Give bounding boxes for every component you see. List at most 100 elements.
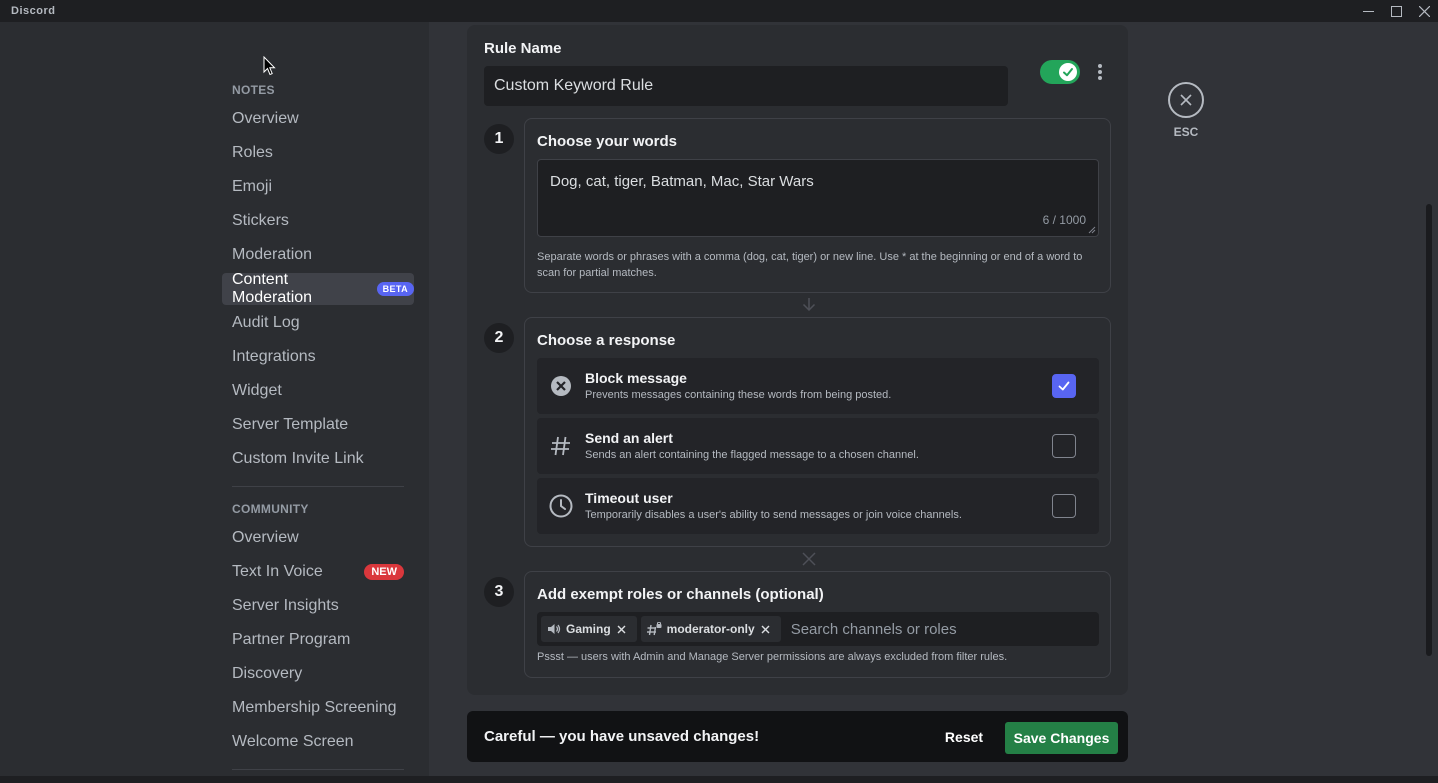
sidebar-item-label: Moderation bbox=[232, 246, 313, 263]
unsaved-changes-text: Careful — you have unsaved changes! bbox=[484, 728, 760, 745]
more-options-icon[interactable] bbox=[1092, 62, 1108, 82]
settings-sidebar: NOTES Overview Roles Emoji Stickers Moderati… bbox=[0, 22, 429, 783]
block-icon bbox=[549, 374, 573, 398]
step-title: Choose a response bbox=[537, 332, 676, 349]
response-description: Prevents messages containing these words… bbox=[585, 389, 892, 401]
esc-label: ESC bbox=[1173, 125, 1199, 139]
response-checkbox[interactable] bbox=[1052, 434, 1076, 458]
speaker-icon bbox=[548, 624, 561, 634]
sidebar-divider bbox=[232, 769, 404, 770]
close-connector-icon bbox=[802, 552, 816, 566]
sidebar-item-label: Overview bbox=[232, 529, 299, 546]
sidebar-item-label: Membership Screening bbox=[232, 699, 397, 716]
response-checkbox[interactable] bbox=[1052, 374, 1076, 398]
sidebar-item-label: Stickers bbox=[232, 212, 289, 229]
sidebar-item-community-welcome-screen[interactable]: Welcome Screen bbox=[222, 726, 414, 758]
exempt-chip-moderator-only: moderator-only bbox=[640, 616, 781, 642]
sidebar-item-server-template[interactable]: Server Template bbox=[222, 409, 414, 441]
sidebar-item-audit-log[interactable]: Audit Log bbox=[222, 307, 414, 339]
keyword-count: 6 / 1000 bbox=[1042, 213, 1086, 227]
bottom-strip bbox=[0, 776, 1438, 783]
sidebar-item-label: Widget bbox=[232, 382, 282, 399]
response-description: Sends an alert containing the flagged me… bbox=[585, 449, 919, 461]
close-settings-icon[interactable] bbox=[1168, 82, 1204, 118]
sidebar-item-label: Emoji bbox=[232, 178, 273, 195]
sidebar-item-community-membership-screening[interactable]: Membership Screening bbox=[222, 692, 414, 724]
rule-name-input[interactable]: Custom Keyword Rule bbox=[484, 66, 1008, 106]
check-icon bbox=[1058, 381, 1070, 391]
arrow-down-icon bbox=[802, 298, 816, 311]
search-channels-input[interactable] bbox=[790, 620, 1091, 638]
keywords-help-text: Separate words or phrases with a comma (… bbox=[537, 251, 1083, 279]
app-title: Discord bbox=[11, 5, 56, 17]
response-title: Timeout user bbox=[585, 490, 673, 506]
locked-hashtag-icon bbox=[646, 622, 662, 636]
sidebar-item-stickers[interactable]: Stickers bbox=[222, 205, 414, 237]
remove-chip-icon[interactable] bbox=[617, 625, 631, 634]
unsaved-changes-bar: Careful — you have unsaved changes! Rese… bbox=[467, 711, 1128, 762]
sidebar-item-moderation[interactable]: Moderation bbox=[222, 239, 414, 271]
sidebar-item-label: Welcome Screen bbox=[232, 733, 354, 750]
rule-enabled-toggle[interactable] bbox=[1040, 60, 1080, 84]
rule-editor-panel: Rule Name Custom Keyword Rule 1 Choose y… bbox=[467, 25, 1128, 695]
maximize-icon[interactable] bbox=[1382, 0, 1410, 22]
category-header-notes: NOTES bbox=[232, 83, 275, 97]
chip-label: Gaming bbox=[566, 622, 611, 636]
step-title: Add exempt roles or channels (optional) bbox=[537, 586, 824, 603]
response-option-block-message[interactable]: Block message Prevents messages containin… bbox=[537, 358, 1099, 414]
sidebar-item-label: Integrations bbox=[232, 348, 316, 365]
response-checkbox[interactable] bbox=[1052, 494, 1076, 518]
sidebar-item-label: Server Insights bbox=[232, 597, 339, 614]
exempt-note: Pssst — users with Admin and Manage Serv… bbox=[537, 651, 1008, 663]
minimize-icon[interactable] bbox=[1354, 0, 1382, 22]
check-icon bbox=[1059, 63, 1077, 81]
sidebar-item-custom-invite-link[interactable]: Custom Invite Link bbox=[222, 443, 414, 475]
window-controls bbox=[1354, 0, 1438, 22]
esc-close: ESC bbox=[1166, 82, 1206, 139]
sidebar-item-integrations[interactable]: Integrations bbox=[222, 341, 414, 373]
sidebar-item-content-moderation[interactable]: Content Moderation BETA bbox=[222, 271, 414, 306]
sidebar-item-label: Roles bbox=[232, 144, 273, 161]
sidebar-item-label: Text In Voice bbox=[232, 563, 323, 580]
step-choose-words: Choose your words Dog, cat, tiger, Batma… bbox=[524, 118, 1111, 293]
sidebar-item-overview[interactable]: Overview bbox=[222, 103, 414, 135]
sidebar-item-community-server-insights[interactable]: Server Insights bbox=[222, 590, 414, 622]
sidebar-item-label: Discovery bbox=[232, 665, 303, 682]
sidebar-item-label: Partner Program bbox=[232, 631, 351, 648]
keywords-textarea[interactable]: Dog, cat, tiger, Batman, Mac, Star Wars … bbox=[537, 159, 1099, 237]
sidebar-item-emoji[interactable]: Emoji bbox=[222, 171, 414, 203]
sidebar-item-widget[interactable]: Widget bbox=[222, 375, 414, 407]
scrollbar-thumb[interactable] bbox=[1426, 204, 1432, 656]
chip-label: moderator-only bbox=[666, 622, 755, 636]
step-number-1: 1 bbox=[484, 124, 514, 154]
sidebar-item-label: Overview bbox=[232, 110, 299, 127]
sidebar-item-label: Server Template bbox=[232, 416, 349, 433]
resize-grip-icon[interactable] bbox=[1088, 226, 1096, 234]
response-title: Send an alert bbox=[585, 430, 673, 446]
sidebar-divider bbox=[232, 486, 404, 487]
step-exempt: Add exempt roles or channels (optional) … bbox=[524, 571, 1111, 678]
response-title: Block message bbox=[585, 370, 687, 386]
reset-button[interactable]: Reset bbox=[935, 722, 993, 752]
hashtag-icon bbox=[549, 434, 573, 458]
sidebar-item-label: Content Moderation bbox=[232, 271, 313, 306]
response-option-send-an-alert[interactable]: Send an alert Sends an alert containing t… bbox=[537, 418, 1099, 474]
scrollbar[interactable] bbox=[1423, 22, 1435, 783]
sidebar-item-community-discovery[interactable]: Discovery bbox=[222, 658, 414, 690]
keywords-value: Dog, cat, tiger, Batman, Mac, Star Wars bbox=[550, 173, 814, 190]
step-number-2: 2 bbox=[484, 323, 514, 353]
beta-badge: BETA bbox=[376, 282, 414, 296]
sidebar-item-community-partner-program[interactable]: Partner Program bbox=[222, 624, 414, 656]
exempt-search-field[interactable]: Gaming moderator-only bbox=[537, 612, 1099, 646]
close-icon[interactable] bbox=[1410, 0, 1438, 22]
sidebar-item-community-text-in-voice[interactable]: Text In Voice NEW bbox=[222, 556, 414, 588]
step-choose-response: Choose a response Block message Prevents … bbox=[524, 317, 1111, 547]
sidebar-item-community-overview[interactable]: Overview bbox=[222, 522, 414, 554]
remove-chip-icon[interactable] bbox=[761, 625, 775, 634]
step-title: Choose your words bbox=[537, 133, 678, 150]
response-option-timeout-user[interactable]: Timeout user Temporarily disables a user'… bbox=[537, 478, 1099, 534]
sidebar-item-roles[interactable]: Roles bbox=[222, 137, 414, 169]
sidebar-item-label: Custom Invite Link bbox=[232, 450, 364, 467]
save-changes-button[interactable]: Save Changes bbox=[1005, 722, 1118, 754]
response-description: Temporarily disables a user's ability to… bbox=[585, 509, 962, 521]
